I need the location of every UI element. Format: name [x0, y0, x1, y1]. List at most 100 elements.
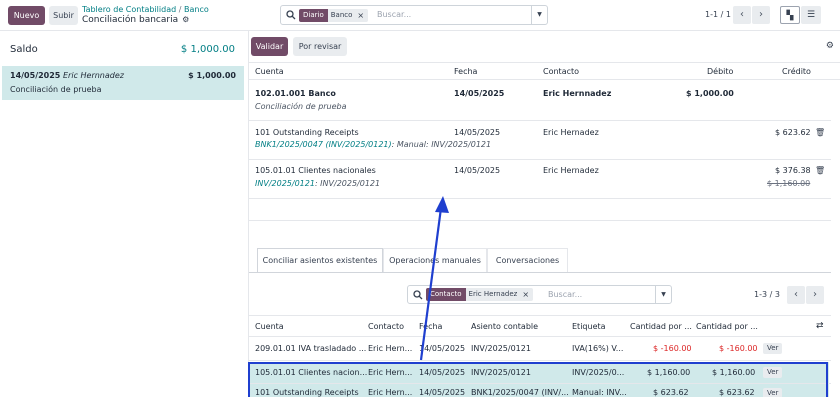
row-label: BNK1/2025/0047 (INV/2025/0121): Manual: …	[255, 140, 491, 149]
list-header-move[interactable]: Asiento contable	[471, 322, 538, 331]
column-header-date: Fecha	[454, 67, 478, 76]
upload-button[interactable]: Subir	[49, 6, 78, 25]
divider	[249, 220, 831, 221]
row-debit[interactable]: $ 1,000.00	[686, 89, 734, 98]
divider	[249, 120, 831, 121]
list-header-account[interactable]: Cuenta	[255, 322, 284, 331]
to-review-button[interactable]: Por revisar	[293, 37, 347, 56]
list-header-label[interactable]: Etiqueta	[572, 322, 606, 331]
table-row[interactable]: 209.01.01 IVA trasladado ... Eric Hern..…	[249, 338, 829, 359]
row-credit[interactable]: $ 623.62	[775, 128, 811, 137]
trash-icon[interactable]: 🗑	[815, 128, 825, 137]
list-icon: ☰	[806, 10, 816, 20]
search-facet-journal: Diario Banco ×	[299, 9, 369, 22]
list-view-button[interactable]: ☰	[801, 6, 821, 24]
page-title-text: Conciliación bancaria	[82, 15, 179, 25]
divider	[249, 159, 831, 160]
tab-reconcile-existing[interactable]: Conciliar asientos existentes	[257, 248, 383, 272]
tab-conversations[interactable]: Conversaciones	[487, 248, 568, 272]
row-date[interactable]: 14/05/2025	[454, 128, 500, 137]
trash-icon[interactable]: 🗑	[815, 166, 825, 175]
gear-icon[interactable]: ⚙	[182, 15, 189, 24]
optional-columns-icon[interactable]: ⇄	[816, 321, 824, 331]
chevron-left-icon: ‹	[794, 289, 798, 300]
column-header-account: Cuenta	[255, 67, 284, 76]
caret-down-icon: ▼	[537, 11, 542, 18]
row-credit-original: $ 1,160.00	[767, 179, 811, 188]
entries-search-input[interactable]: Buscar...	[548, 290, 582, 299]
entries-pager-previous[interactable]: ‹	[787, 286, 805, 304]
search-options-toggle[interactable]: ▼	[531, 6, 547, 24]
cell-label: IVA(16%) V...	[572, 344, 624, 353]
list-header-amount-2[interactable]: Cantidad por ...	[696, 322, 758, 331]
entries-pager-next[interactable]: ›	[806, 286, 824, 304]
balance-label: Saldo	[10, 44, 38, 55]
breadcrumb-separator: /	[178, 5, 182, 14]
kanban-icon: ▚	[786, 11, 794, 21]
validate-button[interactable]: Validar	[251, 37, 288, 56]
reconcile-panel: Validar Por revisar ⚙ Cuenta Fecha Conta…	[249, 31, 840, 397]
search-options-toggle[interactable]: ▼	[655, 286, 671, 303]
cell-date: 14/05/2025	[419, 344, 466, 353]
line-date: 14/05/2025	[10, 71, 61, 80]
balance-value: $ 1,000.00	[180, 44, 235, 55]
search-facet-partner: Contacto Eric Hernadez ×	[426, 288, 534, 301]
row-label: INV/2025/0121: INV/2025/0121	[255, 179, 380, 188]
search-bar[interactable]: Diario Banco × Buscar... ▼	[280, 5, 548, 25]
facet-value: Eric Hernadez	[465, 288, 521, 301]
new-button[interactable]: Nuevo	[8, 6, 45, 25]
row-partner[interactable]: Eric Hernnadez	[543, 89, 611, 98]
line-amount: $ 1,000.00	[188, 71, 236, 80]
entries-pager-value[interactable]: 1-3 / 3	[754, 290, 780, 299]
statement-line-card[interactable]: 14/05/2025 Eric Hernnadez $ 1,000.00 Con…	[2, 66, 244, 100]
breadcrumb-bank[interactable]: Banco	[184, 5, 209, 14]
search-icon	[413, 290, 423, 300]
chevron-left-icon: ‹	[740, 9, 744, 20]
line-label: Conciliación de prueba	[10, 85, 102, 94]
kanban-view-button[interactable]: ▚	[780, 6, 800, 24]
row-date[interactable]: 14/05/2025	[454, 89, 504, 98]
divider	[249, 315, 831, 316]
pager-value[interactable]: 1-1 / 1	[705, 10, 731, 19]
row-account[interactable]: 102.01.001 Banco	[255, 89, 336, 98]
row-account[interactable]: 101 Outstanding Receipts	[255, 128, 359, 137]
row-partner[interactable]: Eric Hernadez	[543, 128, 599, 137]
row-partner[interactable]: Eric Hernadez	[543, 166, 599, 175]
list-header-amount-1[interactable]: Cantidad por ...	[630, 322, 692, 331]
divider	[249, 79, 840, 80]
row-label-text: : INV/2025/0121	[314, 179, 381, 188]
row-label: Conciliación de prueba	[255, 102, 347, 111]
pager-previous-button[interactable]: ‹	[733, 6, 751, 24]
facet-key: Diario	[299, 9, 328, 22]
chevron-right-icon: ›	[759, 9, 763, 20]
gear-icon[interactable]: ⚙	[826, 41, 834, 51]
list-header-partner[interactable]: Contacto	[368, 322, 404, 331]
row-credit[interactable]: $ 376.38	[775, 166, 811, 175]
divider	[249, 360, 831, 361]
list-header-date[interactable]: Fecha	[419, 322, 442, 331]
page-title: Conciliación bancaria ⚙	[82, 15, 189, 25]
breadcrumb: Tablero de Contabilidad / Banco	[82, 5, 209, 14]
annotation-highlight-box	[248, 362, 828, 397]
cell-account: 209.01.01 IVA trasladado ...	[255, 344, 367, 353]
row-date[interactable]: 14/05/2025	[454, 166, 500, 175]
divider	[249, 198, 831, 199]
entries-search-bar[interactable]: Contacto Eric Hernadez × Buscar... ▼	[407, 285, 672, 304]
row-account[interactable]: 105.01.01 Clientes nacionales	[255, 166, 376, 175]
cell-amount-1: $ -160.00	[653, 344, 692, 353]
caret-down-icon: ▼	[661, 291, 666, 298]
row-label-link[interactable]: BNK1/2025/0047 (INV/2025/0121)	[255, 140, 392, 149]
column-header-credit: Crédito	[782, 67, 811, 76]
row-label-link[interactable]: INV/2025/0121	[255, 179, 315, 188]
tab-manual-operations[interactable]: Operaciones manuales	[383, 248, 487, 272]
facet-key: Contacto	[426, 288, 466, 301]
search-icon	[286, 10, 296, 20]
breadcrumb-dashboard[interactable]: Tablero de Contabilidad	[82, 5, 176, 14]
view-button[interactable]: Ver	[763, 343, 783, 354]
facet-remove-icon[interactable]: ×	[520, 288, 534, 301]
pager-next-button[interactable]: ›	[752, 6, 770, 24]
chevron-right-icon: ›	[813, 289, 817, 300]
statement-lines-panel: Saldo $ 1,000.00 14/05/2025 Eric Hernnad…	[0, 31, 249, 397]
facet-remove-icon[interactable]: ×	[355, 9, 369, 22]
search-input[interactable]: Buscar...	[377, 10, 411, 19]
